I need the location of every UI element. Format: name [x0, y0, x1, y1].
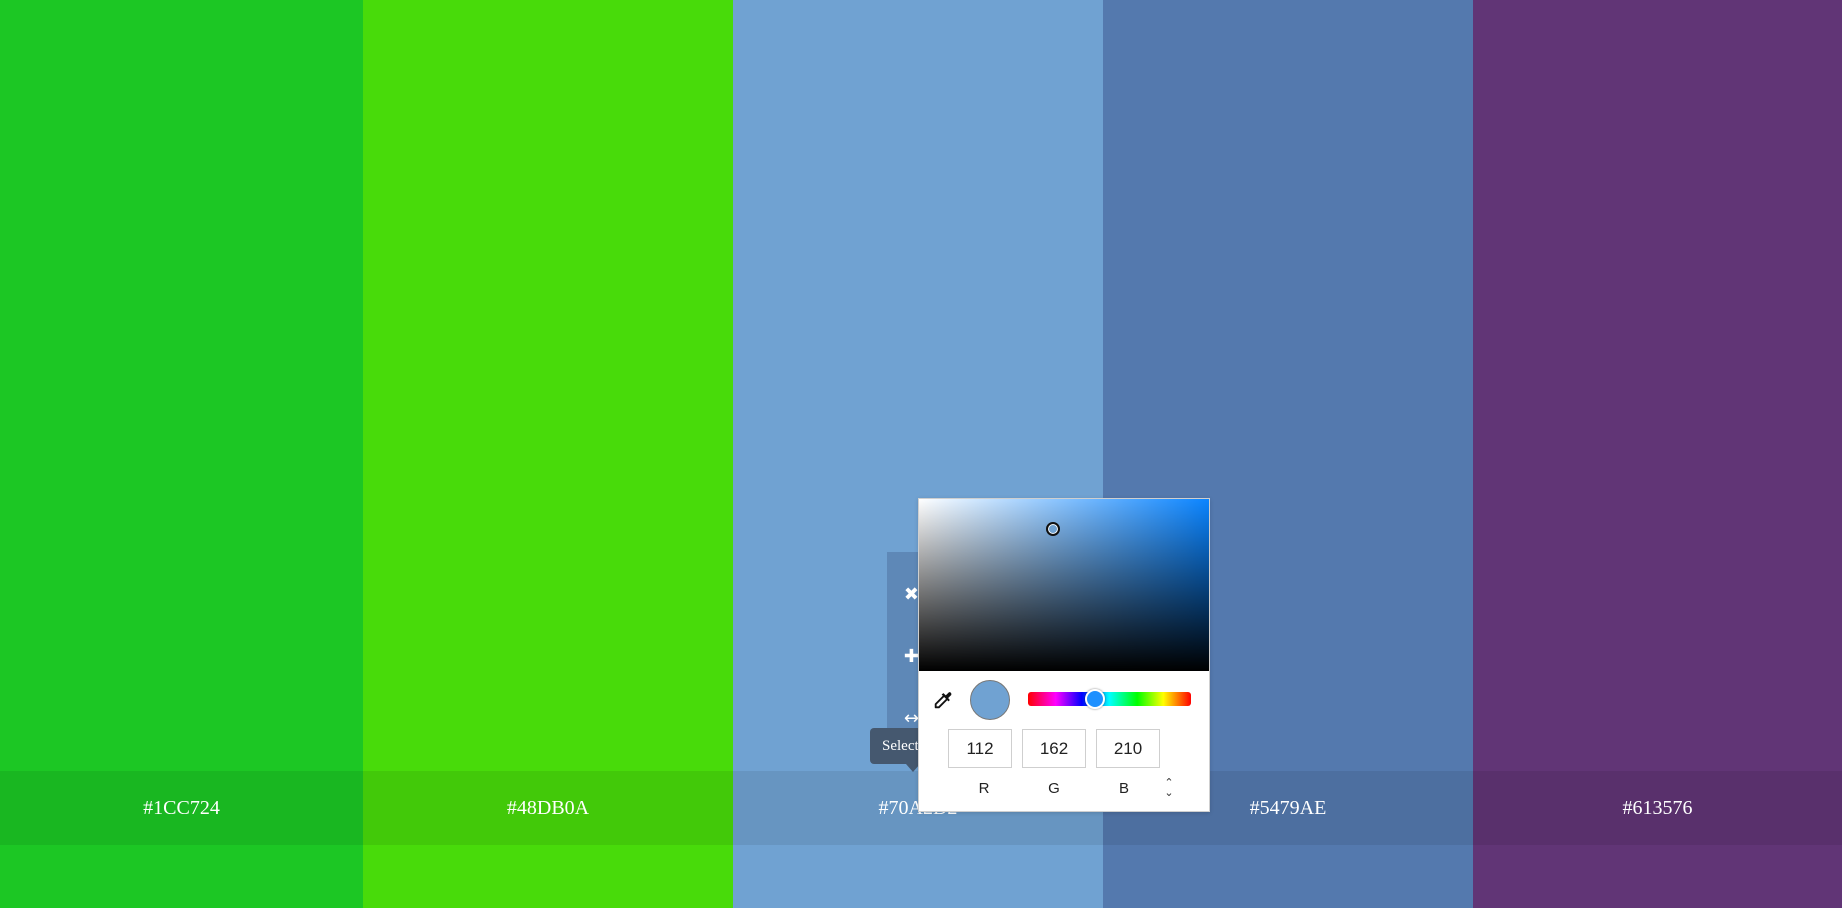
plus-icon[interactable]: ✚: [889, 641, 919, 671]
color-label-bar: #613576: [1473, 771, 1842, 845]
color-hex-label[interactable]: #613576: [1623, 797, 1693, 820]
color-column-toolbar: ✖ ✚ ↔: [887, 552, 921, 730]
green-value-input[interactable]: [1022, 729, 1086, 768]
saturation-value-area[interactable]: [919, 499, 1209, 671]
hue-slider-handle[interactable]: [1085, 689, 1105, 709]
blue-value-input[interactable]: [1096, 729, 1160, 768]
tooltip-text: Select: [882, 737, 919, 754]
color-column-5[interactable]: #613576: [1473, 0, 1842, 908]
red-value-input[interactable]: [948, 729, 1012, 768]
green-label: G: [1048, 780, 1060, 797]
hue-slider[interactable]: [1028, 692, 1191, 706]
tooltip: Select: [870, 728, 923, 764]
color-hex-label[interactable]: #1CC724: [143, 797, 220, 820]
color-hex-label[interactable]: #48DB0A: [507, 797, 589, 820]
eyedropper-icon[interactable]: [932, 689, 954, 711]
color-column-1[interactable]: #1CC724: [0, 0, 363, 908]
current-color-swatch: [970, 680, 1010, 720]
color-column-2[interactable]: #48DB0A: [363, 0, 733, 908]
color-picker-popup: R G B ⌃⌄: [918, 498, 1210, 812]
red-label: R: [978, 780, 990, 797]
chevron-updown-icon[interactable]: ⌃ ⌄: [1162, 777, 1176, 798]
blue-label: B: [1118, 780, 1129, 797]
color-hex-label[interactable]: #5479AE: [1250, 797, 1327, 820]
close-icon[interactable]: ✖: [889, 579, 919, 609]
color-label-bar: #48DB0A: [363, 771, 733, 845]
saturation-value-handle[interactable]: [1046, 522, 1060, 536]
color-label-bar: #1CC724: [0, 771, 363, 845]
